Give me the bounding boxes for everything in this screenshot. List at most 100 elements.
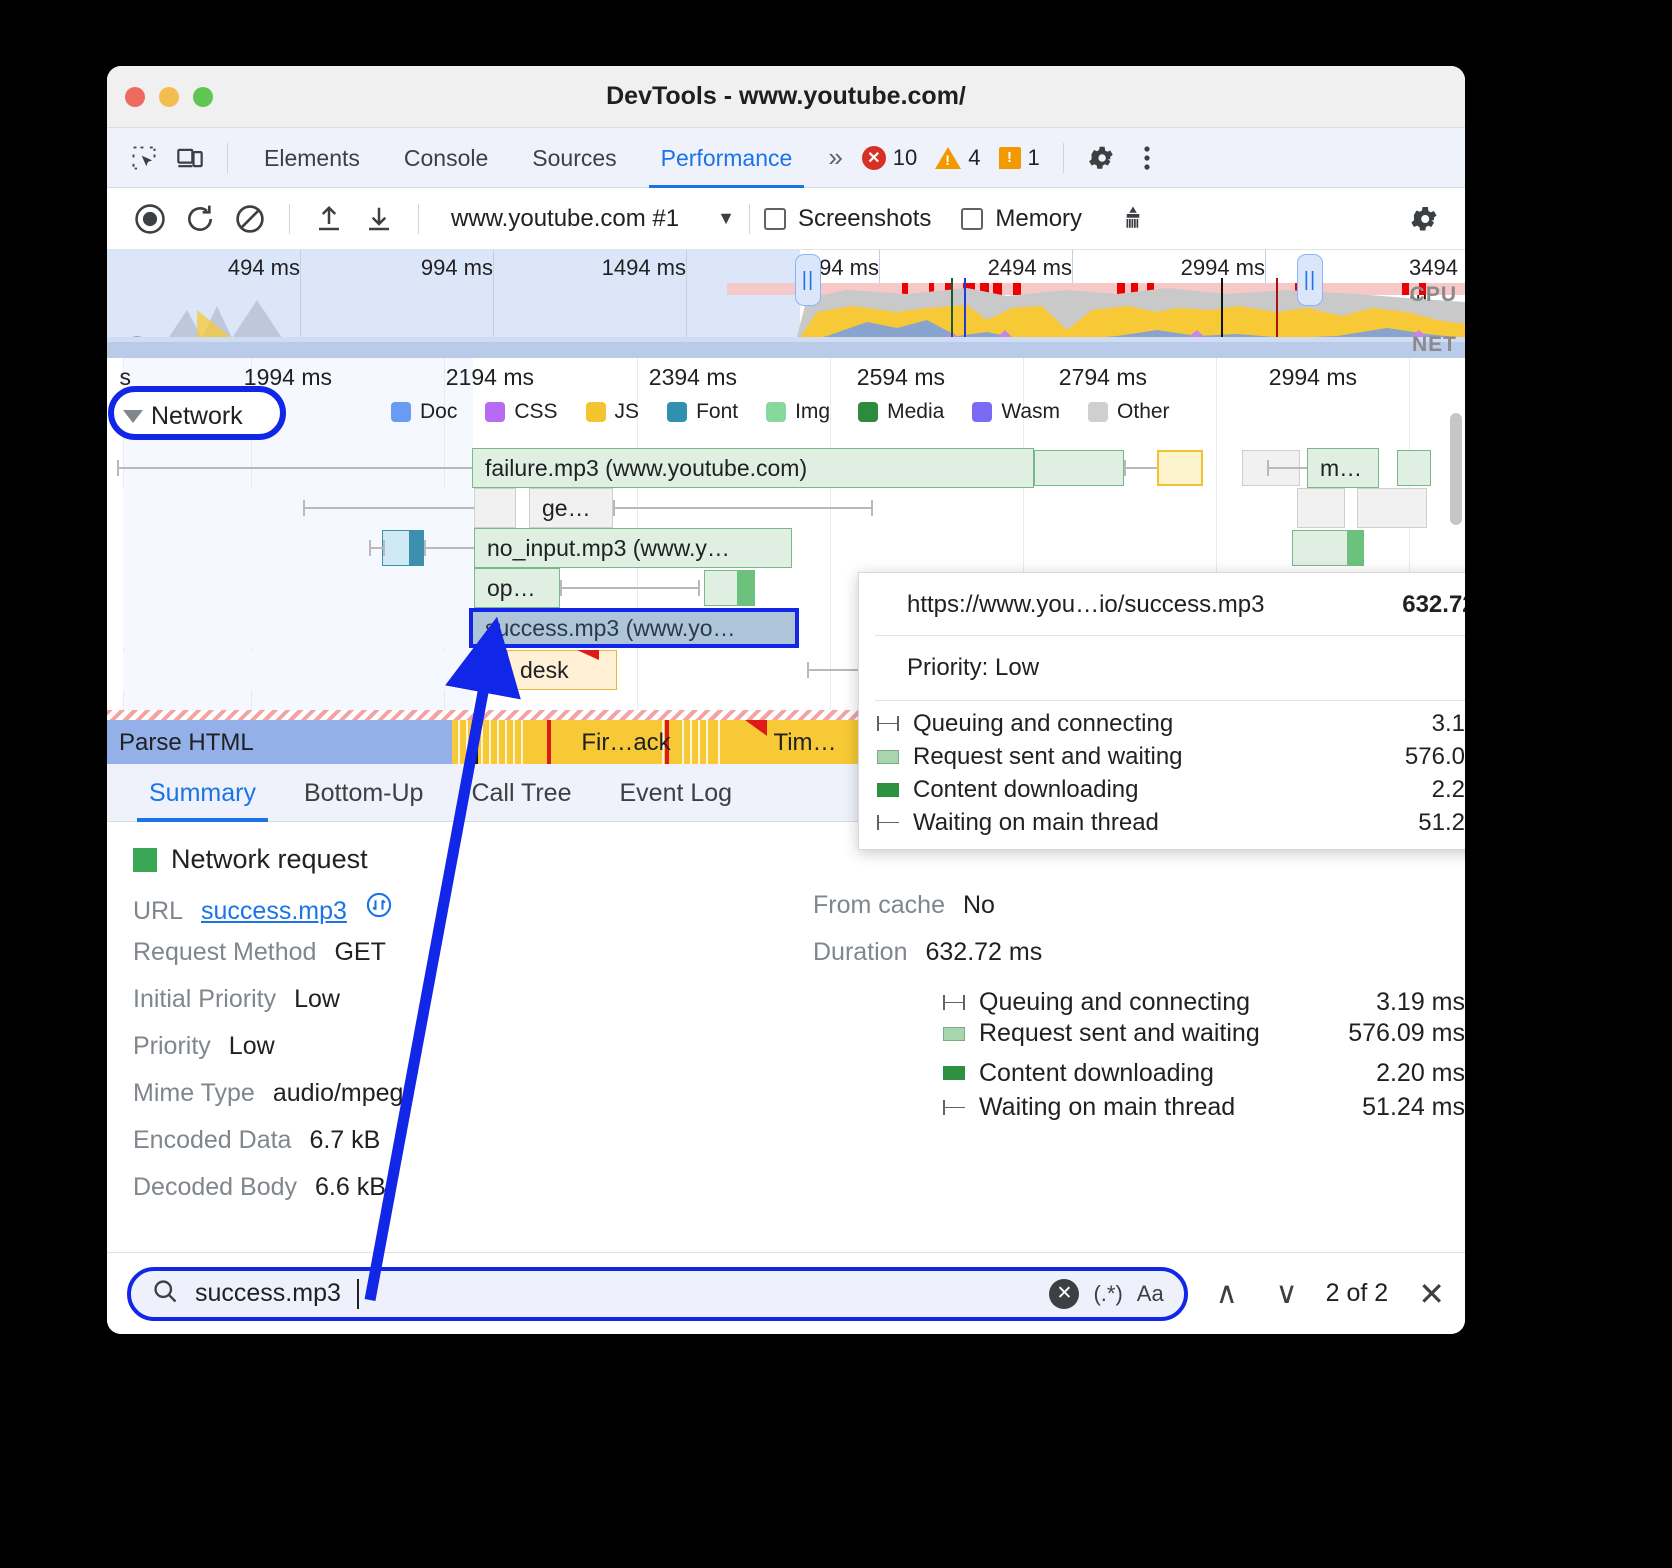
search-input-value[interactable]: success.mp3 (195, 1279, 341, 1308)
request-bar-ge[interactable]: ge… (529, 488, 613, 528)
tooltip-row-request-sent: Request sent and waiting 576.09 ms (877, 740, 1465, 773)
tooltip-label-queuing: Queuing and connecting (913, 710, 1418, 738)
devtools-tabstrip: Elements Console Sources Performance » ✕… (107, 128, 1465, 188)
window-traffic-lights (125, 87, 213, 107)
request-bar-blank-1[interactable] (474, 488, 516, 528)
summary-breakdown-label-waiting-main-thread: Waiting on main thread (979, 1093, 1348, 1122)
reload-record-icon[interactable] (175, 194, 225, 244)
waiting-main-thread-swatch-icon (877, 822, 899, 823)
screenshots-label: Screenshots (798, 205, 931, 233)
tooltip-label-request-sent: Request sent and waiting (913, 743, 1391, 771)
triangle-down-icon[interactable] (123, 410, 143, 423)
legend-swatch-js (586, 402, 606, 422)
issue-count[interactable]: ! 1 (990, 145, 1049, 171)
legend-label-css: CSS (514, 400, 557, 424)
tab-call-tree[interactable]: Call Tree (447, 764, 595, 822)
gear-icon[interactable] (1078, 135, 1124, 181)
regex-toggle[interactable]: (.*) (1093, 1281, 1122, 1307)
chevron-down-icon[interactable]: ∨ (1266, 1276, 1308, 1311)
collect-garbage-icon[interactable] (1108, 194, 1158, 244)
request-bar-no-input[interactable]: no_input.mp3 (www.y… (474, 528, 792, 568)
legend-swatch-css (485, 402, 505, 422)
tab-bottom-up[interactable]: Bottom-Up (280, 764, 447, 822)
screenshots-checkbox[interactable]: Screenshots (764, 205, 931, 233)
session-select[interactable]: www.youtube.com #1 (451, 205, 679, 233)
tab-event-log[interactable]: Event Log (596, 764, 757, 822)
event-label-first-paint[interactable]: Fir…ack (531, 720, 721, 764)
legend-item-doc: Doc (391, 400, 457, 424)
record-icon[interactable] (125, 194, 175, 244)
summary-key-duration: Duration (813, 938, 908, 967)
request-bar-m[interactable]: m… (1307, 448, 1379, 488)
request-bar-blank-3[interactable] (1357, 488, 1427, 528)
error-icon: ✕ (862, 146, 886, 170)
warning-count-value: 4 (968, 145, 980, 171)
tab-performance[interactable]: Performance (639, 128, 815, 188)
request-bar-success-selected[interactable]: success.mp3 (www.yo… (469, 608, 799, 648)
clear-icon[interactable] (225, 194, 275, 244)
close-icon[interactable]: ✕ (1406, 1275, 1445, 1313)
summary-breakdown-content-downloading: Content downloading 2.20 ms (813, 1056, 1465, 1090)
summary-value-mime-type: audio/mpeg (273, 1079, 404, 1108)
warning-icon (935, 147, 961, 169)
request-revealer-icon[interactable] (365, 891, 393, 926)
flamechart-scrollbar[interactable] (1450, 413, 1462, 525)
request-bar-op[interactable]: op… (474, 568, 560, 608)
chevron-up-icon[interactable]: ∧ (1206, 1276, 1248, 1311)
error-count[interactable]: ✕ 10 (853, 145, 926, 171)
inspect-element-icon[interactable] (121, 135, 167, 181)
summary-breakdown-value-waiting-main-thread: 51.24 ms (1362, 1093, 1465, 1122)
summary-row-request-method: Request Method GET (133, 938, 797, 985)
request-sent-swatch-icon (877, 750, 899, 764)
range-handle-right[interactable]: || (1297, 254, 1323, 306)
cpu-track-label: CPU (1410, 283, 1457, 307)
request-bar-failure[interactable]: failure.mp3 (www.youtube.com) (472, 448, 1034, 488)
maximize-window-button[interactable] (193, 87, 213, 107)
download-profile-icon[interactable] (354, 194, 404, 244)
summary-breakdown-label-queuing: Queuing and connecting (979, 988, 1362, 1017)
tooltip-breakdown: Queuing and connecting 3.19 ms Request s… (859, 701, 1465, 849)
match-case-toggle[interactable]: Aa (1137, 1281, 1164, 1307)
legend-label-img: Img (795, 400, 830, 424)
memory-checkbox[interactable]: Memory (961, 205, 1082, 233)
toolbar-divider (227, 143, 228, 173)
request-bar-blank-2[interactable] (1297, 488, 1345, 528)
summary-row-priority: Priority Low (133, 1032, 797, 1079)
kebab-menu-icon[interactable] (1124, 135, 1170, 181)
table-row[interactable]: failure.mp3 (www.youtube.com) m… (107, 448, 1465, 488)
performance-toolbar: www.youtube.com #1 ▼ Screenshots Memory (107, 188, 1465, 250)
search-input[interactable]: success.mp3 ✕ (.*) Aa (127, 1267, 1188, 1321)
capture-settings-gear-icon[interactable] (1399, 194, 1449, 244)
tab-summary[interactable]: Summary (125, 764, 280, 822)
tab-sources[interactable]: Sources (510, 128, 638, 188)
warning-count[interactable]: 4 (926, 145, 989, 171)
more-tabs-icon[interactable]: » (814, 142, 852, 173)
network-request-tooltip: https://www.you…io/success.mp3 632.72 ms… (858, 572, 1465, 850)
summary-row-url: URL success.mp3 (133, 891, 797, 938)
upload-profile-icon[interactable] (304, 194, 354, 244)
table-row[interactable]: ge… (107, 488, 1465, 528)
timeline-overview[interactable]: 494 ms 994 ms 1494 ms 1994 ms 2494 ms 29… (107, 250, 1465, 358)
minimize-window-button[interactable] (159, 87, 179, 107)
summary-left-column: URL success.mp3 Request Method GET Initi… (107, 891, 797, 1220)
device-toolbar-icon[interactable] (167, 135, 213, 181)
tooltip-label-waiting-main-thread: Waiting on main thread (913, 809, 1404, 837)
range-handle-left[interactable]: || (795, 254, 821, 306)
tab-elements[interactable]: Elements (242, 128, 382, 188)
close-window-button[interactable] (125, 87, 145, 107)
summary-heading-label: Network request (171, 844, 368, 875)
summary-value-url[interactable]: success.mp3 (201, 897, 347, 926)
tooltip-priority: Priority: Low (859, 636, 1465, 700)
flame-tick-6: 2994 ms (1269, 364, 1357, 391)
table-row[interactable]: no_input.mp3 (www.y… (107, 528, 1465, 568)
summary-breakdown-queuing: Queuing and connecting 3.19 ms (813, 985, 1465, 1019)
clear-input-icon[interactable]: ✕ (1049, 1279, 1079, 1309)
network-track-header[interactable]: Network (123, 402, 243, 431)
legend-item-css: CSS (485, 400, 557, 424)
chevron-down-icon[interactable]: ▼ (717, 208, 735, 229)
tab-console[interactable]: Console (382, 128, 510, 188)
tooltip-url: https://www.you…io/success.mp3 (907, 591, 1264, 619)
summary-key-request-method: Request Method (133, 938, 316, 967)
checkbox-box (961, 208, 983, 230)
summary-breakdown-request-sent: Request sent and waiting 576.09 ms (813, 1019, 1465, 1048)
